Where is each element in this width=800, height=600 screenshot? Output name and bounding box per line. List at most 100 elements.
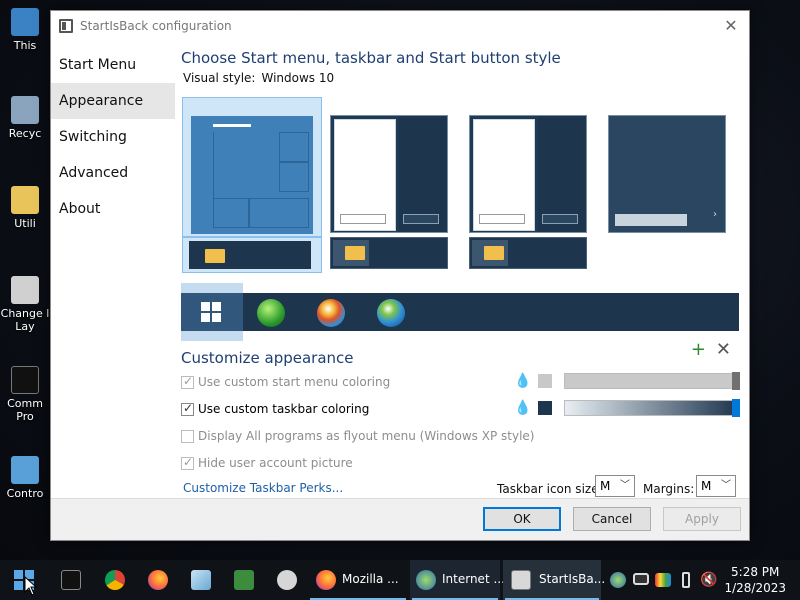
close-icon[interactable]: ✕ bbox=[716, 339, 731, 360]
color-actions: + ✕ bbox=[691, 339, 731, 360]
globe-icon bbox=[610, 572, 626, 588]
start-button[interactable] bbox=[4, 560, 44, 600]
desktop-icon-utilities[interactable]: Utili bbox=[0, 186, 50, 230]
window-title: StartIsBack configuration bbox=[80, 19, 232, 33]
cancel-button[interactable]: Cancel bbox=[573, 507, 651, 531]
style-option-3[interactable] bbox=[469, 115, 587, 233]
app-icon bbox=[59, 19, 73, 33]
search-icon bbox=[340, 214, 386, 224]
option-hide-account-picture[interactable]: Hide user account picture bbox=[181, 455, 353, 470]
customize-taskbar-perks-link[interactable]: Customize Taskbar Perks... bbox=[183, 481, 343, 495]
desktop-icon-this-pc[interactable]: This bbox=[0, 8, 50, 52]
dialog-footer: OK Cancel Apply bbox=[51, 498, 749, 540]
checkbox[interactable] bbox=[181, 429, 194, 443]
page-title: Choose Start menu, taskbar and Start but… bbox=[181, 49, 561, 67]
style-option-windows-10[interactable] bbox=[182, 97, 322, 237]
taskbar-chrome[interactable] bbox=[95, 560, 135, 600]
tray-display[interactable] bbox=[632, 560, 650, 600]
taskbar-app-5[interactable] bbox=[224, 560, 264, 600]
taskbar-item-internet[interactable]: Internet ... bbox=[410, 560, 505, 600]
taskbar-firefox[interactable] bbox=[138, 560, 178, 600]
sidebar-item-start-menu[interactable]: Start Menu bbox=[51, 47, 175, 83]
recycle-bin-icon bbox=[11, 96, 39, 124]
close-button[interactable]: ✕ bbox=[721, 16, 741, 36]
tray-volume[interactable]: 🔇 bbox=[700, 560, 722, 600]
taskbar-color-swatch[interactable] bbox=[538, 401, 552, 415]
checkbox[interactable] bbox=[181, 401, 194, 416]
taskbar-style-option-3[interactable] bbox=[469, 237, 587, 269]
checkbox[interactable] bbox=[181, 374, 194, 389]
add-icon[interactable]: + bbox=[691, 339, 706, 360]
slider-handle[interactable] bbox=[732, 372, 740, 390]
slider-handle[interactable] bbox=[732, 399, 740, 417]
sidebar-item-advanced[interactable]: Advanced bbox=[51, 155, 175, 191]
taskbar-item-startisback[interactable]: StartIsBa... bbox=[503, 560, 605, 600]
option-custom-taskbar-coloring[interactable]: Use custom taskbar coloring bbox=[181, 401, 369, 416]
umbrella-icon bbox=[277, 570, 297, 590]
start-button-clover[interactable] bbox=[257, 299, 285, 327]
style-option-4[interactable]: › bbox=[608, 115, 726, 233]
taskbar-style-option-1[interactable] bbox=[182, 237, 322, 273]
chrome-icon bbox=[105, 570, 125, 590]
start-button-windows-vista[interactable] bbox=[377, 299, 405, 327]
control-panel-icon bbox=[11, 456, 39, 484]
taskbar-opacity-slider[interactable] bbox=[564, 399, 740, 417]
taskbar-clock[interactable]: 5:28 PM 1/28/2023 bbox=[724, 564, 786, 596]
tray-color[interactable] bbox=[654, 560, 672, 600]
gear-icon bbox=[11, 276, 39, 304]
search-icon bbox=[479, 214, 525, 224]
customize-heading: Customize appearance bbox=[181, 349, 354, 367]
margins-label: Margins: bbox=[643, 482, 695, 496]
taskbar-item-mozilla[interactable]: Mozilla ... bbox=[308, 560, 408, 600]
start-menu-opacity-slider[interactable] bbox=[564, 372, 740, 390]
taskbar-command-prompt[interactable] bbox=[52, 560, 92, 600]
desktop-icon-change-layout[interactable]: Change l Lay bbox=[0, 276, 50, 333]
checkbox[interactable] bbox=[181, 455, 194, 470]
color-palette-icon bbox=[655, 573, 671, 587]
computer-icon bbox=[11, 8, 39, 36]
desktop-icon-recycle-bin[interactable]: Recyc bbox=[0, 96, 50, 140]
chevron-right-icon: › bbox=[713, 209, 717, 220]
opacity-drop-icon: 💧 bbox=[514, 400, 532, 416]
windows-logo-icon bbox=[201, 302, 221, 322]
firefox-icon bbox=[316, 570, 336, 590]
option-flyout-menu[interactable]: Display All programs as flyout menu (Win… bbox=[181, 429, 534, 443]
chart-app-icon bbox=[234, 570, 254, 590]
sidebar-item-about[interactable]: About bbox=[51, 191, 175, 227]
main-content: Choose Start menu, taskbar and Start but… bbox=[181, 47, 740, 507]
sidebar-item-switching[interactable]: Switching bbox=[51, 119, 175, 155]
app-icon bbox=[511, 570, 531, 590]
start-button-windows-10[interactable] bbox=[201, 302, 221, 322]
mouse-cursor-icon bbox=[24, 576, 38, 596]
taskbar-app-4[interactable] bbox=[181, 560, 221, 600]
taskbar: Mozilla ... Internet ... StartIsBa... 🔇 … bbox=[0, 560, 800, 600]
globe-icon bbox=[416, 570, 436, 590]
app-icon bbox=[191, 570, 211, 590]
tray-network-globe[interactable] bbox=[608, 560, 628, 600]
search-bar-preview bbox=[615, 214, 687, 226]
taskbar-style-option-2[interactable] bbox=[330, 237, 448, 269]
sidebar-item-appearance[interactable]: Appearance bbox=[51, 83, 175, 119]
apply-button[interactable]: Apply bbox=[663, 507, 741, 531]
taskbar-icon-size-select[interactable]: M ﹀ bbox=[595, 475, 635, 497]
close-icon: ✕ bbox=[724, 16, 738, 35]
tray-usb[interactable] bbox=[678, 560, 696, 600]
option-custom-start-menu-coloring[interactable]: Use custom start menu coloring bbox=[181, 374, 390, 389]
folder-icon bbox=[484, 246, 504, 260]
desktop-icon-control-panel[interactable]: Contro bbox=[0, 456, 50, 500]
folder-icon bbox=[345, 246, 365, 260]
margins-select[interactable]: M ﹀ bbox=[696, 475, 736, 497]
ok-button[interactable]: OK bbox=[483, 507, 561, 531]
sidebar: Start Menu Appearance Switching Advanced… bbox=[51, 47, 175, 227]
taskbar-color-row: 💧 bbox=[514, 399, 740, 417]
start-menu-color-swatch[interactable] bbox=[538, 374, 552, 388]
title-bar[interactable]: StartIsBack configuration bbox=[51, 11, 749, 41]
taskbar-app-6[interactable] bbox=[267, 560, 307, 600]
start-button-windows-7[interactable] bbox=[317, 299, 345, 327]
volume-muted-icon: 🔇 bbox=[700, 572, 718, 588]
desktop-icon-command-prompt[interactable]: Comm Pro bbox=[0, 366, 50, 423]
style-option-2[interactable] bbox=[330, 115, 448, 233]
visual-style-value: Windows 10 bbox=[261, 71, 335, 85]
terminal-icon bbox=[61, 570, 81, 590]
opacity-drop-icon: 💧 bbox=[514, 373, 532, 389]
